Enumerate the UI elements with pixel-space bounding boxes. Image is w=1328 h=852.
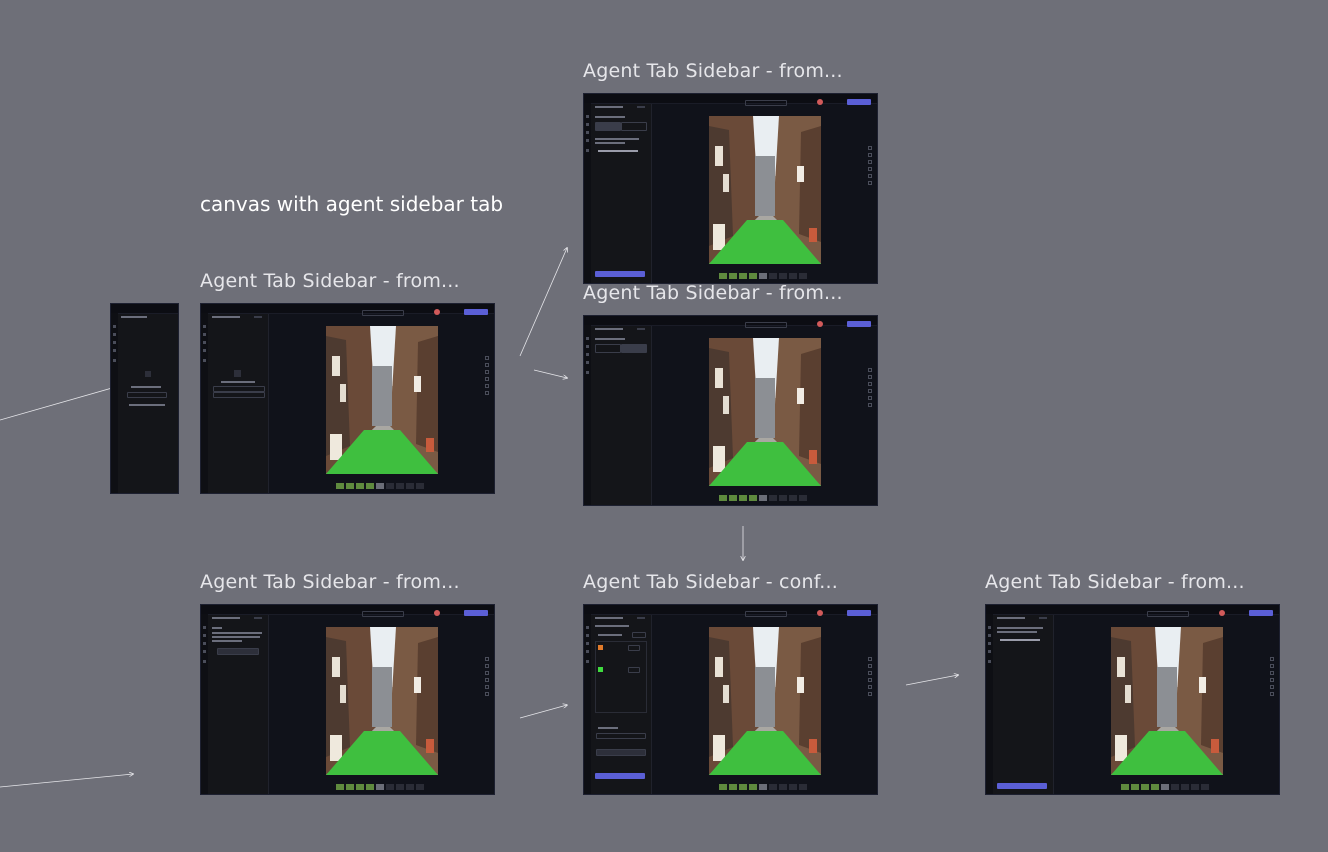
icon-rail[interactable] — [584, 325, 591, 505]
avatar[interactable] — [817, 610, 823, 616]
street-photo-f4 — [326, 627, 438, 775]
canvas-toolbar[interactable] — [868, 146, 872, 188]
sidebar-topbar — [201, 304, 268, 314]
canvas-image[interactable] — [709, 338, 821, 486]
thumbnail-strip[interactable] — [719, 273, 807, 279]
connector-f4-f5 — [519, 705, 567, 719]
frame-f2[interactable] — [583, 93, 878, 284]
street-photo-f1 — [326, 326, 438, 474]
zoom-control[interactable] — [745, 100, 787, 106]
standalone-icon-rail — [111, 313, 118, 493]
connector-left-bottom — [0, 774, 133, 788]
thumbnail-strip[interactable] — [336, 483, 424, 489]
standalone-sidebar-frame[interactable] — [110, 303, 179, 494]
thumbnail-strip[interactable] — [719, 495, 807, 501]
frame-f4[interactable] — [200, 604, 495, 795]
canvas-image[interactable] — [709, 116, 821, 264]
primary-action-button[interactable] — [464, 610, 488, 616]
thumbnail-strip[interactable] — [336, 784, 424, 790]
frame-caption-f3: Agent Tab Sidebar - from... — [583, 282, 843, 304]
primary-action-button[interactable] — [847, 321, 871, 327]
zoom-control[interactable] — [1147, 611, 1189, 617]
sidebar-topbar — [201, 605, 268, 615]
agent-sidebar[interactable] — [201, 304, 269, 493]
frame-f6[interactable] — [985, 604, 1280, 795]
avatar[interactable] — [434, 610, 440, 616]
icon-rail[interactable] — [584, 614, 591, 794]
street-photo-f5 — [709, 627, 821, 775]
sidebar-topbar — [986, 605, 1053, 615]
avatar[interactable] — [434, 309, 440, 315]
street-photo-f3 — [709, 338, 821, 486]
agent-sidebar[interactable] — [584, 605, 652, 794]
connector-f1-f3 — [533, 369, 567, 378]
thumbnail-strip[interactable] — [1121, 784, 1209, 790]
connector-f5-f6 — [905, 675, 958, 686]
canvas-toolbar[interactable] — [485, 657, 489, 699]
frame-caption-f2: Agent Tab Sidebar - from... — [583, 60, 843, 82]
canvas-image[interactable] — [709, 627, 821, 775]
icon-rail[interactable] — [201, 313, 208, 493]
frame-caption-f6: Agent Tab Sidebar - from... — [985, 571, 1245, 593]
avatar[interactable] — [817, 321, 823, 327]
frame-f3[interactable] — [583, 315, 878, 506]
zoom-control[interactable] — [362, 611, 404, 617]
canvas-image[interactable] — [326, 627, 438, 775]
avatar[interactable] — [817, 99, 823, 105]
sidebar-topbar — [584, 94, 651, 104]
primary-action-button[interactable] — [847, 99, 871, 105]
street-photo-f6 — [1111, 627, 1223, 775]
canvas-toolbar[interactable] — [868, 368, 872, 410]
frame-caption-f5: Agent Tab Sidebar - conf... — [583, 571, 838, 593]
agent-sidebar[interactable] — [584, 94, 652, 283]
avatar[interactable] — [1219, 610, 1225, 616]
sidebar-topbar — [584, 605, 651, 615]
connector-f1-f2 — [519, 248, 567, 357]
street-photo-f2 — [709, 116, 821, 264]
zoom-control[interactable] — [362, 310, 404, 316]
canvas-toolbar[interactable] — [485, 356, 489, 398]
canvas-toolbar[interactable] — [1270, 657, 1274, 699]
icon-rail[interactable] — [584, 103, 591, 283]
primary-action-button[interactable] — [464, 309, 488, 315]
standalone-topbar — [111, 304, 178, 314]
icon-rail[interactable] — [986, 614, 993, 794]
zoom-control[interactable] — [745, 322, 787, 328]
frame-f5[interactable] — [583, 604, 878, 795]
frame-f1[interactable] — [200, 303, 495, 494]
icon-rail[interactable] — [201, 614, 208, 794]
frame-caption-f4: Agent Tab Sidebar - from... — [200, 571, 460, 593]
agent-sidebar[interactable] — [201, 605, 269, 794]
canvas-image[interactable] — [1111, 627, 1223, 775]
canvas-image[interactable] — [326, 326, 438, 474]
frame-caption-f1: Agent Tab Sidebar - from... — [200, 270, 460, 292]
primary-action-button[interactable] — [1249, 610, 1273, 616]
thumbnail-strip[interactable] — [719, 784, 807, 790]
primary-action-button[interactable] — [847, 610, 871, 616]
agent-sidebar[interactable] — [986, 605, 1054, 794]
canvas-toolbar[interactable] — [868, 657, 872, 699]
agent-sidebar[interactable] — [584, 316, 652, 505]
zoom-control[interactable] — [745, 611, 787, 617]
sidebar-topbar — [584, 316, 651, 326]
